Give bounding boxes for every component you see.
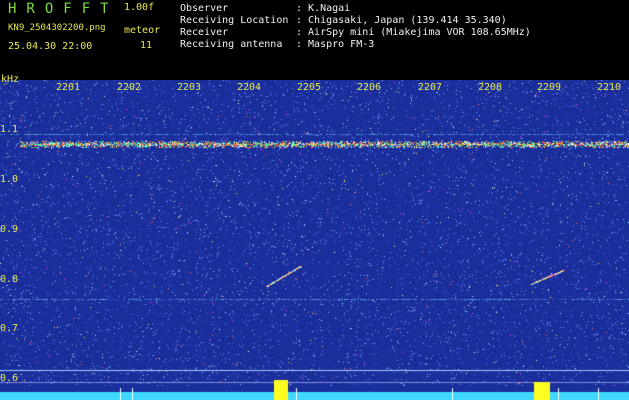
info-receiver-label: Receiver	[180, 27, 229, 38]
version-label: 1.00f	[124, 2, 155, 13]
y-tick-1-0: 1.0	[0, 174, 19, 185]
info-antenna-label: Receiving antenna	[180, 39, 283, 50]
info-observer-value: : K.Nagai	[296, 3, 351, 14]
x-tick-2209: 2209	[537, 82, 562, 93]
info-location-value: : Chigasaki, Japan (139.414 35.340)	[296, 15, 507, 26]
x-tick-2207: 2207	[418, 82, 443, 93]
x-tick-2202: 2202	[117, 82, 142, 93]
meteor-count: 11	[140, 40, 153, 51]
x-tick-2206: 2206	[357, 82, 382, 93]
x-tick-2210: 2210	[597, 82, 622, 93]
spectrogram-canvas	[0, 80, 629, 400]
x-tick-2203: 2203	[177, 82, 202, 93]
x-tick-2208: 2208	[478, 82, 503, 93]
app-title: HROFFT	[8, 1, 119, 17]
datetime-label: 25.04.30 22:00	[8, 41, 93, 52]
y-tick-1-1: 1.1	[0, 124, 19, 135]
meteor-label: meteor	[124, 25, 161, 36]
filename-label: KN9_2504302200.png	[8, 23, 106, 33]
y-tick-0-9: 0.9	[0, 224, 19, 235]
y-tick-0-6: 0.6	[0, 373, 19, 384]
info-location-label: Receiving Location	[180, 15, 289, 26]
y-tick-0-7: 0.7	[0, 323, 19, 334]
info-receiver-value: : AirSpy mini (Miakejima VOR 108.65MHz)	[296, 27, 531, 38]
x-tick-2205: 2205	[297, 82, 322, 93]
info-observer-label: Observer	[180, 3, 229, 14]
x-tick-2201: 2201	[56, 82, 81, 93]
info-antenna-value: : Maspro FM-3	[296, 39, 375, 50]
y-tick-0-8: 0.8	[0, 274, 19, 285]
y-axis-unit: kHz	[1, 74, 20, 85]
x-tick-2204: 2204	[237, 82, 262, 93]
